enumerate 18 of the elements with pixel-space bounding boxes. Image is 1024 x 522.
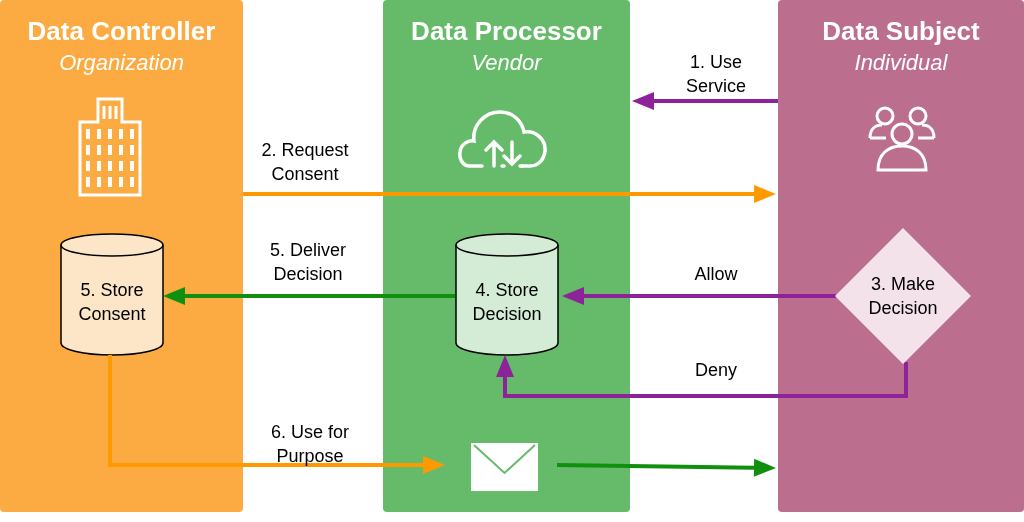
decision-label: 3. Make Decision — [867, 273, 939, 320]
lane-subtitle: Vendor — [471, 49, 542, 77]
store-label: 5. Store Consent — [77, 279, 147, 326]
arrow-label: Allow — [693, 263, 739, 286]
arrow-label: Deny — [694, 359, 738, 382]
arrow-label: 1. Use Service — [685, 51, 747, 98]
lane-title: Data Subject — [822, 15, 980, 48]
people-group-icon — [868, 104, 936, 172]
lane-title: Data Controller — [27, 15, 216, 48]
arrow-label: 6. Use for Purpose — [270, 421, 350, 468]
arrow-label: 2. Request Consent — [260, 139, 350, 186]
lane-subtitle: Organization — [59, 49, 184, 77]
arrow-label: 5. Deliver Decision — [269, 239, 347, 286]
store-label: 4. Store Decision — [471, 279, 543, 326]
lane-title: Data Processor — [411, 15, 602, 48]
office-building-icon — [78, 97, 142, 197]
envelope-icon — [471, 443, 538, 491]
lane-subtitle: Individual — [854, 49, 948, 77]
